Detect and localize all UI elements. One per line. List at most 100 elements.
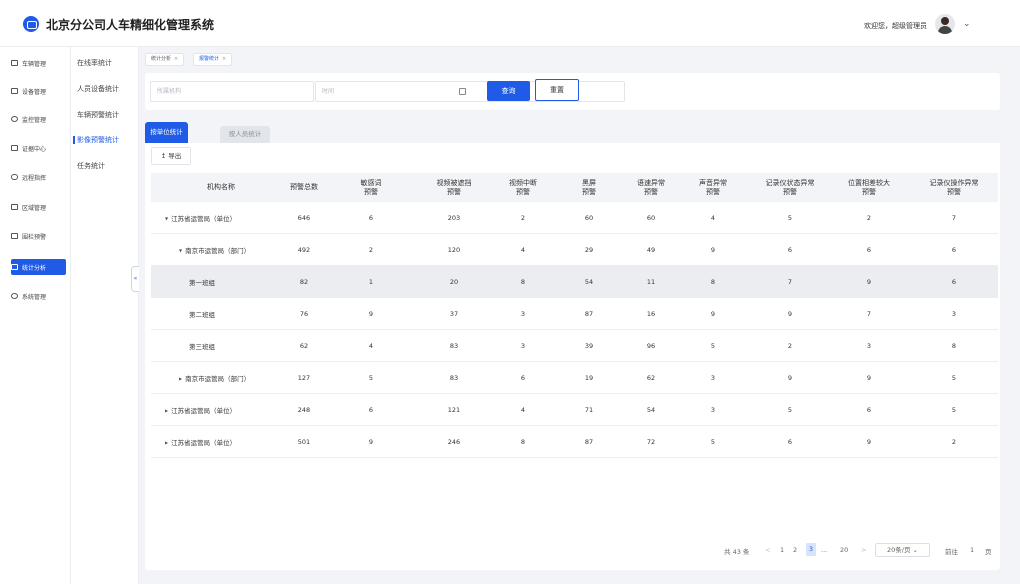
table-row[interactable]: ▶ 江苏省运管局（单位） 248 6 121 4 71 54 3 5 6 5 [151,394,998,426]
table-cell: 6 [368,406,374,414]
table-cell: 9 [866,438,872,446]
org-select[interactable]: 所属机构 [150,81,314,102]
submenu-image-alert[interactable]: 影像预警统计 [73,135,119,145]
sidebar-item-system[interactable]: 系统管理 [11,288,66,304]
page-current[interactable]: 3 [806,543,816,556]
table-cell: 5 [951,374,957,382]
table-row[interactable]: ▶ 江苏省运管局（单位） 501 9 246 8 87 72 5 6 9 2 [151,426,998,458]
sidebar-item-monitor[interactable]: 监控管理 [11,111,66,127]
table-cell: 7 [866,310,872,318]
remote-icon [11,174,18,180]
sidebar-item-fence[interactable]: 围栏预警 [11,228,66,244]
table-row[interactable]: 第三班组 62 4 83 3 39 96 5 2 3 8 [151,330,998,362]
table-cell: 8 [520,278,526,286]
table-cell: 120 [447,246,461,254]
table-cell: 62 [299,342,309,350]
page-last[interactable]: 20 [840,546,848,554]
tab-alarm-stats[interactable]: 报警统计 × [193,53,233,66]
sidebar-item-stats[interactable]: 统计分析 [11,259,66,275]
time-placeholder: 时间 [322,88,335,95]
submenu-personnel-device[interactable]: 人员设备统计 [77,84,119,94]
goto-page-input[interactable]: 1 [970,546,974,554]
collapse-sidebar-button[interactable]: « [131,266,139,292]
table-cell: 5 [951,406,957,414]
page-size-select[interactable]: 20条/页 ⌄ [875,543,930,557]
table-row[interactable]: 第一班组 82 1 20 8 54 11 8 7 9 6 [151,266,998,298]
sidebar-item-vehicle[interactable]: 车辆管理 [11,55,66,71]
table-cell: 5 [710,438,716,446]
table-row[interactable]: 第二班组 76 9 37 3 87 16 9 9 7 3 [151,298,998,330]
tab-stats-analysis[interactable]: 统计分析 × [145,53,185,66]
goto-prefix: 前往 [945,548,958,556]
table-cell: 4 [368,342,374,350]
table-cell: 16 [646,310,656,318]
table-cell: 646 [297,214,311,222]
submenu-online-rate[interactable]: 在线率统计 [77,58,112,68]
table-cell: 1 [368,278,374,286]
caret-right-icon[interactable]: ▶ [179,376,182,381]
close-icon[interactable]: × [174,56,178,62]
page-1[interactable]: 1 [780,546,784,554]
table-row[interactable]: ▼ 南京市运管局（部门） 492 2 120 4 29 49 9 6 6 6 [151,234,998,266]
chevron-down-icon: ⌄ [910,546,918,554]
page-ellipsis[interactable]: ... [821,546,827,554]
table-cell: 8 [951,342,957,350]
submenu-task[interactable]: 任务统计 [77,161,105,171]
next-page-button[interactable]: > [861,546,866,554]
table-cell: 9 [866,374,872,382]
table-cell: 3 [520,310,526,318]
sidebar-item-evidence[interactable]: 证据中心 [11,140,66,156]
table-cell: 3 [951,310,957,318]
table-cell: 72 [646,438,656,446]
table-cell: 76 [299,310,309,318]
table-row[interactable]: ▶ 南京市运管局（部门） 127 5 83 6 19 62 3 9 9 5 [151,362,998,394]
col-header: 位置相差较大 预警 [848,178,890,196]
table-cell: 2 [787,342,793,350]
table-cell: 37 [449,310,459,318]
tab-by-person[interactable]: 按人员统计 [220,126,270,143]
table-cell: 246 [447,438,461,446]
chevron-down-icon[interactable]: ⌄ [963,19,971,29]
table-cell: 83 [449,374,459,382]
table-cell: 5 [787,214,793,222]
col-header: 视频中断 预警 [509,178,537,196]
table-cell: 3 [866,342,872,350]
sidebar-item-remote[interactable]: 远程指挥 [11,169,66,185]
table-cell: 9 [787,374,793,382]
caret-down-icon[interactable]: ▼ [165,216,168,221]
prev-page-button[interactable]: < [765,546,770,554]
table-cell: 9 [866,278,872,286]
table-cell: 3 [710,406,716,414]
search-button[interactable]: 查询 [487,81,530,101]
submenu: 在线率统计 人员设备统计 车辆预警统计 影像预警统计 任务统计 [71,47,139,584]
page-2[interactable]: 2 [793,546,797,554]
close-icon[interactable]: × [222,56,226,62]
caret-right-icon[interactable]: ▶ [165,440,168,445]
col-header: 黑屏 预警 [582,178,596,196]
caret-right-icon[interactable]: ▶ [165,408,168,413]
table-row[interactable]: ▼ 江苏省运管局（单位） 646 6 203 2 60 60 4 5 2 7 [151,202,998,234]
col-header: 预警总数 [290,183,318,191]
caret-down-icon[interactable]: ▼ [179,248,182,253]
submenu-vehicle-alert[interactable]: 车辆预警统计 [77,110,119,120]
table-cell: 8 [520,438,526,446]
table-cell: 9 [710,310,716,318]
table-cell: 96 [646,342,656,350]
table-cell: 11 [646,278,656,286]
user-avatar[interactable] [935,14,955,34]
table-cell: 6 [951,246,957,254]
sidebar-item-area[interactable]: 区域管理 [11,199,66,215]
table-cell: 8 [710,278,716,286]
tab-by-unit[interactable]: 按单位统计 [145,122,188,143]
table-cell: 4 [520,406,526,414]
content-tab-row: 按单位统计 按人员统计 [145,114,1000,143]
table-cell: 2 [866,214,872,222]
table-cell: 71 [584,406,594,414]
org-name-cell: ▶ 江苏省运管局（单位） [165,439,237,447]
table-cell: 6 [520,374,526,382]
table-cell: 20 [449,278,459,286]
export-button[interactable]: ↥ 导出 [151,147,191,165]
table-cell: 60 [584,214,594,222]
reset-button[interactable]: 重置 [535,79,579,101]
sidebar-item-device[interactable]: 设备管理 [11,83,66,99]
